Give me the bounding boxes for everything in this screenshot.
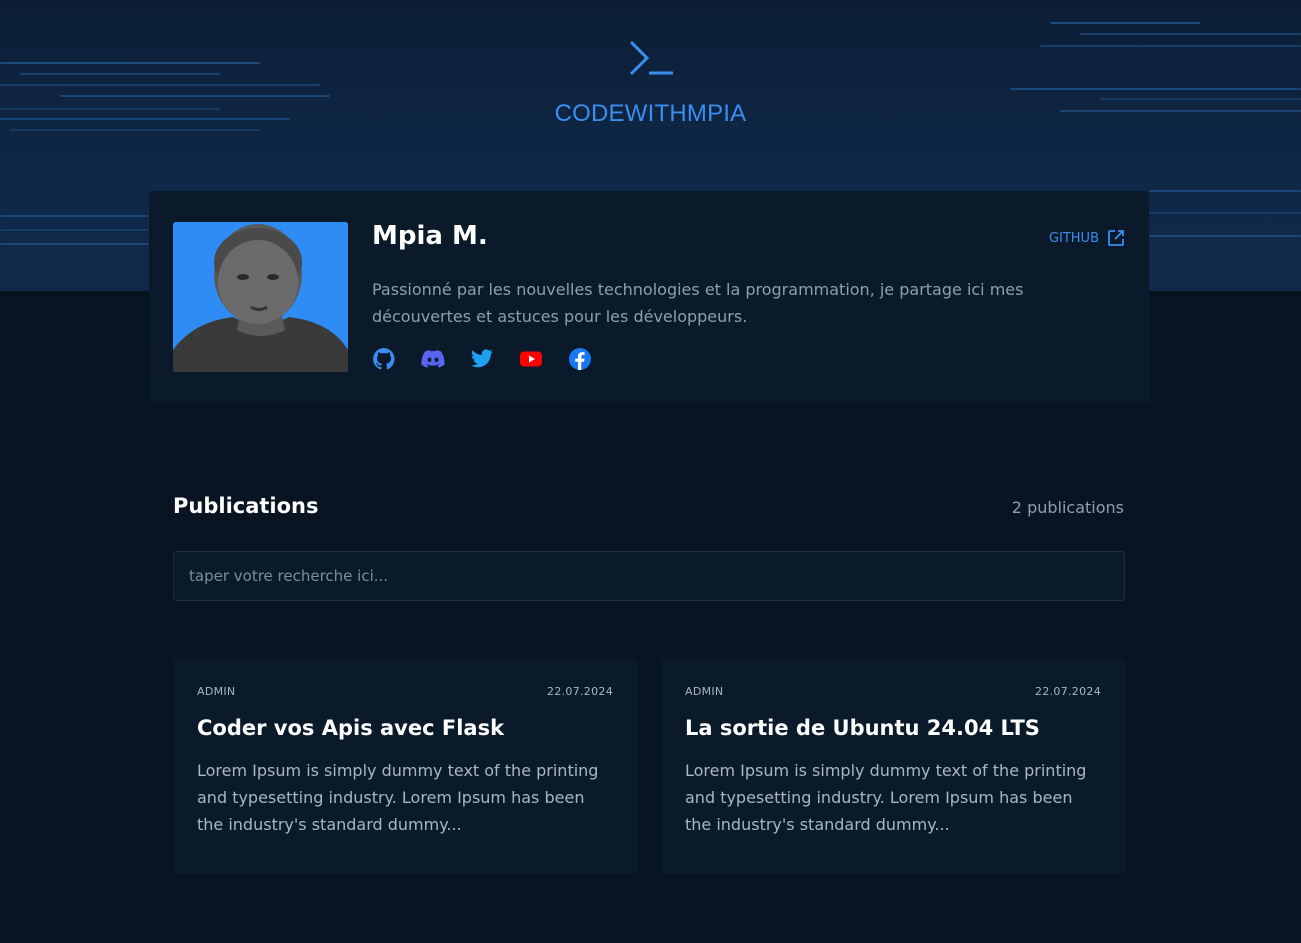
post-card[interactable]: ADMIN 22.07.2024 La sortie de Ubuntu 24.… xyxy=(661,659,1125,874)
decorative-streak xyxy=(0,243,149,245)
decorative-streak xyxy=(1080,33,1301,35)
post-author: ADMIN xyxy=(685,685,724,698)
external-link-icon xyxy=(1108,230,1124,246)
post-card[interactable]: ADMIN 22.07.2024 Coder vos Apis avec Fla… xyxy=(173,659,637,874)
publications-heading: Publications xyxy=(173,494,319,518)
post-title[interactable]: La sortie de Ubuntu 24.04 LTS xyxy=(685,716,1101,740)
search-input[interactable] xyxy=(173,551,1125,601)
decorative-streak xyxy=(1149,190,1301,192)
publications-count: 2 publications xyxy=(1011,498,1124,517)
social-links xyxy=(372,347,592,371)
decorative-streak xyxy=(0,215,149,217)
youtube-icon[interactable] xyxy=(519,347,543,371)
github-link[interactable]: GITHUB xyxy=(1049,229,1125,247)
post-meta: ADMIN 22.07.2024 xyxy=(197,685,613,698)
discord-icon[interactable] xyxy=(421,347,445,371)
avatar xyxy=(173,222,348,372)
brand-name: CODEWITHMPIA xyxy=(554,100,747,127)
decorative-streak xyxy=(0,229,149,231)
post-author: ADMIN xyxy=(197,685,236,698)
profile-card: Mpia M. GITHUB Passionné par les nouvell… xyxy=(149,191,1149,403)
decorative-streak xyxy=(1149,235,1301,237)
terminal-prompt-icon xyxy=(629,40,673,76)
person-portrait-image xyxy=(173,222,348,372)
facebook-icon[interactable] xyxy=(568,347,592,371)
post-date: 22.07.2024 xyxy=(547,685,613,698)
github-icon[interactable] xyxy=(372,347,396,371)
post-excerpt: Lorem Ipsum is simply dummy text of the … xyxy=(197,761,599,834)
twitter-icon[interactable] xyxy=(470,347,494,371)
decorative-streak xyxy=(10,129,260,131)
profile-bio: Passionné par les nouvelles technologies… xyxy=(372,280,1024,326)
github-link-label: GITHUB xyxy=(1048,230,1099,246)
decorative-streak xyxy=(1050,22,1200,24)
post-title[interactable]: Coder vos Apis avec Flask xyxy=(197,716,613,740)
post-meta: ADMIN 22.07.2024 xyxy=(685,685,1101,698)
post-date: 22.07.2024 xyxy=(1035,685,1101,698)
post-excerpt: Lorem Ipsum is simply dummy text of the … xyxy=(685,761,1087,834)
logo[interactable]: CODEWITHMPIA xyxy=(0,38,1301,128)
decorative-streak xyxy=(1149,212,1301,214)
profile-name: Mpia M. xyxy=(372,221,488,251)
